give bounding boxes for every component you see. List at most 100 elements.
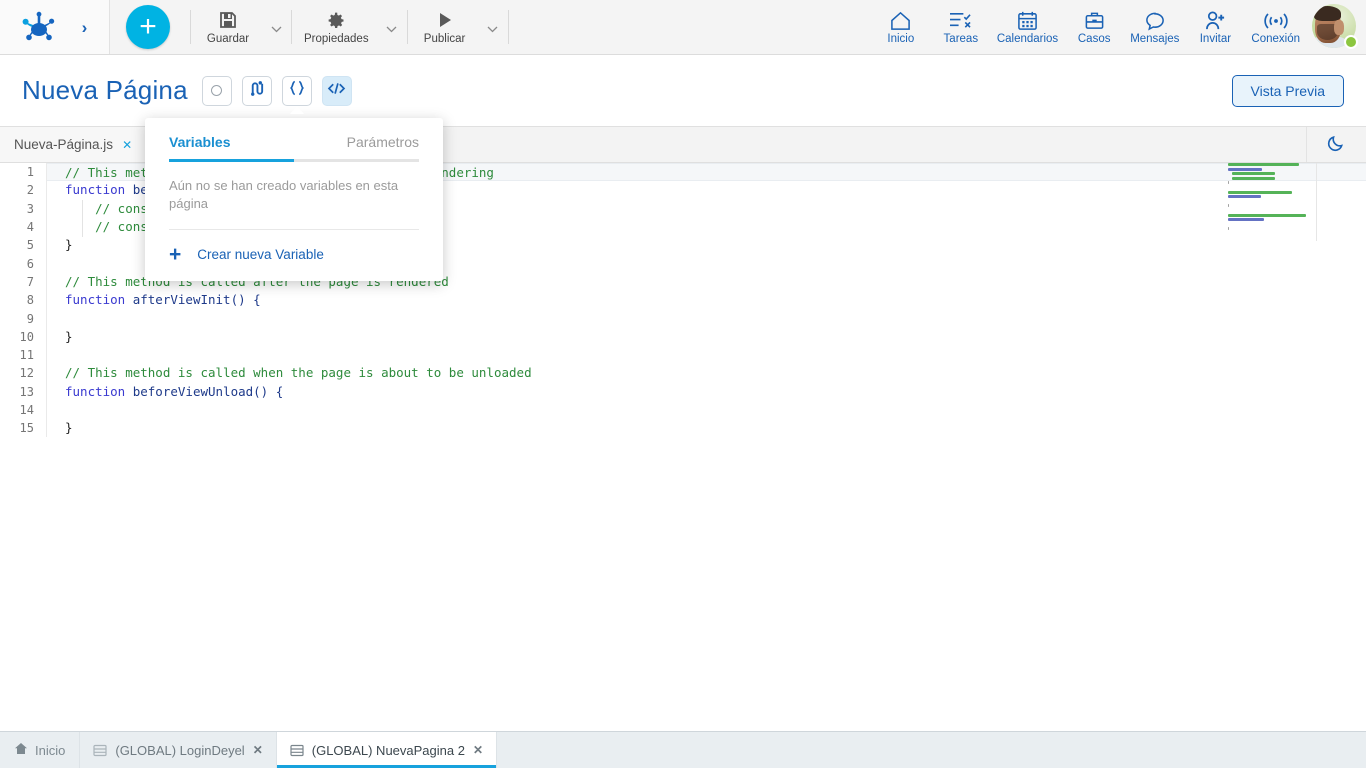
add-new-button[interactable]: +	[126, 5, 170, 49]
taskbar-item-logindeyel[interactable]: (GLOBAL) LoginDeyel ✕	[79, 732, 275, 768]
nav-label: Mensajes	[1130, 33, 1180, 45]
taskbar-item-nuevapagina2[interactable]: (GLOBAL) NuevaPagina 2 ✕	[275, 732, 497, 768]
code-line[interactable]: 14	[0, 400, 1366, 420]
toolbar-divider	[190, 10, 191, 44]
save-button[interactable]: Guardar	[193, 7, 263, 47]
app-root: › + Guardar Propiedades Publicar Inicio …	[0, 0, 1366, 768]
tab-parametros[interactable]: Parámetros	[347, 118, 419, 159]
line-number: 10	[19, 329, 34, 344]
nav-label: Inicio	[887, 33, 915, 45]
preview-button[interactable]: Vista Previa	[1231, 74, 1344, 107]
properties-button[interactable]: Propiedades	[294, 7, 379, 47]
code-line-text: function afterViewInit() {	[65, 292, 261, 308]
nav-item-tareas[interactable]: Tareas	[931, 6, 991, 48]
plus-icon: +	[169, 243, 182, 266]
code-line[interactable]: 12 // This method is called when the page…	[0, 364, 1366, 383]
indent-guide	[82, 200, 83, 237]
nav-item-mensajes[interactable]: Mensajes	[1124, 6, 1185, 48]
save-icon	[218, 9, 238, 31]
line-number: 6	[26, 256, 34, 271]
nav-label: Conexión	[1251, 33, 1300, 45]
invite-user-icon	[1204, 8, 1227, 31]
nav-item-invitar[interactable]: Invitar	[1185, 6, 1245, 48]
tab-variables[interactable]: Variables	[169, 118, 231, 159]
close-icon[interactable]: ✕	[473, 743, 483, 757]
line-number: 1	[26, 165, 34, 180]
taskbar-home-label: Inicio	[35, 742, 66, 758]
code-line-text: }	[65, 420, 73, 436]
state-circle-button[interactable]	[201, 75, 232, 106]
publish-button[interactable]: Publicar	[410, 7, 480, 47]
code-line[interactable]: 10}	[0, 327, 1366, 346]
editor-tab-file[interactable]: Nueva-Página.js ✕	[0, 127, 148, 162]
properties-dropdown-caret[interactable]	[379, 22, 405, 33]
code-line[interactable]: 13 function beforeViewUnload() {	[0, 382, 1366, 401]
code-icon	[327, 81, 346, 101]
taskbar-item-label: (GLOBAL) NuevaPagina 2	[311, 742, 465, 758]
nav-item-conexion[interactable]: Conexión	[1245, 6, 1306, 48]
page-title: Nueva Página	[22, 75, 188, 105]
properties-label: Propiedades	[304, 33, 369, 45]
moon-icon	[1327, 133, 1346, 157]
page-header: Nueva Página Vista Previa	[0, 55, 1366, 126]
code-line[interactable]: 8 function afterViewInit() {	[0, 291, 1366, 310]
nav-label: Casos	[1077, 33, 1111, 45]
nav-label: Invitar	[1199, 33, 1232, 45]
nav-label: Tareas	[943, 33, 979, 45]
line-number: 15	[19, 421, 34, 436]
circle-icon	[211, 85, 223, 96]
toolbar-divider	[291, 10, 292, 44]
taskbar-home-button[interactable]: Inicio	[0, 732, 79, 768]
create-variable-button[interactable]: + Crear nueva Variable	[145, 230, 443, 275]
line-number: 14	[19, 403, 34, 417]
editor-scrollbar[interactable]	[1352, 163, 1366, 731]
nav-item-inicio[interactable]: Inicio	[871, 6, 931, 48]
braces-icon	[288, 80, 306, 101]
taskbar-spacer	[496, 732, 1366, 768]
toolbar-divider	[507, 10, 509, 44]
tasks-icon	[948, 8, 973, 31]
variables-popup: Variables Parámetros Aún no se han cread…	[145, 118, 443, 281]
nav-item-calendarios[interactable]: Calendarios	[991, 6, 1064, 48]
deyel-logo-icon[interactable]	[22, 11, 56, 43]
home-icon	[889, 8, 912, 31]
theme-toggle-button[interactable]	[1306, 127, 1366, 162]
code-button[interactable]	[321, 75, 352, 106]
toolbar-actions: + Guardar Propiedades Publicar Inicio Ta…	[110, 0, 1366, 54]
logo-zone: ›	[0, 0, 110, 54]
flow-button[interactable]	[241, 75, 272, 106]
minimap-edge	[1316, 163, 1317, 241]
code-line-text: // This method is called when the page i…	[65, 365, 532, 381]
line-number: 12	[19, 366, 34, 381]
line-number: 4	[26, 220, 34, 235]
expand-sidebar-icon[interactable]: ›	[82, 19, 88, 36]
close-icon[interactable]: ✕	[122, 138, 132, 152]
line-number: 7	[26, 274, 34, 289]
calendar-icon	[1017, 8, 1038, 31]
top-toolbar: › + Guardar Propiedades Publicar Inicio …	[0, 0, 1366, 55]
save-label: Guardar	[206, 33, 250, 45]
line-number: 9	[26, 311, 34, 326]
code-line[interactable]: 9	[0, 309, 1366, 328]
nav-label: Calendarios	[996, 33, 1059, 45]
line-number: 11	[19, 348, 34, 363]
save-dropdown-caret[interactable]	[263, 22, 289, 33]
popup-empty-message: Aún no se han creado variables en esta p…	[169, 178, 399, 211]
taskbar: Inicio (GLOBAL) LoginDeyel ✕ (GLOBAL) Nu…	[0, 731, 1366, 768]
taskbar-item-label: (GLOBAL) LoginDeyel	[115, 742, 245, 758]
code-line[interactable]: 11	[0, 345, 1366, 365]
gear-icon	[326, 9, 347, 31]
avatar[interactable]	[1312, 4, 1358, 50]
line-number: 5	[26, 238, 34, 253]
nav-item-casos[interactable]: Casos	[1064, 6, 1124, 48]
publish-dropdown-caret[interactable]	[480, 22, 506, 33]
play-icon	[435, 9, 455, 31]
briefcase-icon	[1084, 8, 1105, 31]
variables-button[interactable]	[281, 75, 312, 114]
close-icon[interactable]: ✕	[253, 743, 263, 757]
toolbar-divider	[406, 10, 408, 44]
code-line[interactable]: 15}	[0, 419, 1366, 438]
line-number: 3	[26, 201, 34, 216]
